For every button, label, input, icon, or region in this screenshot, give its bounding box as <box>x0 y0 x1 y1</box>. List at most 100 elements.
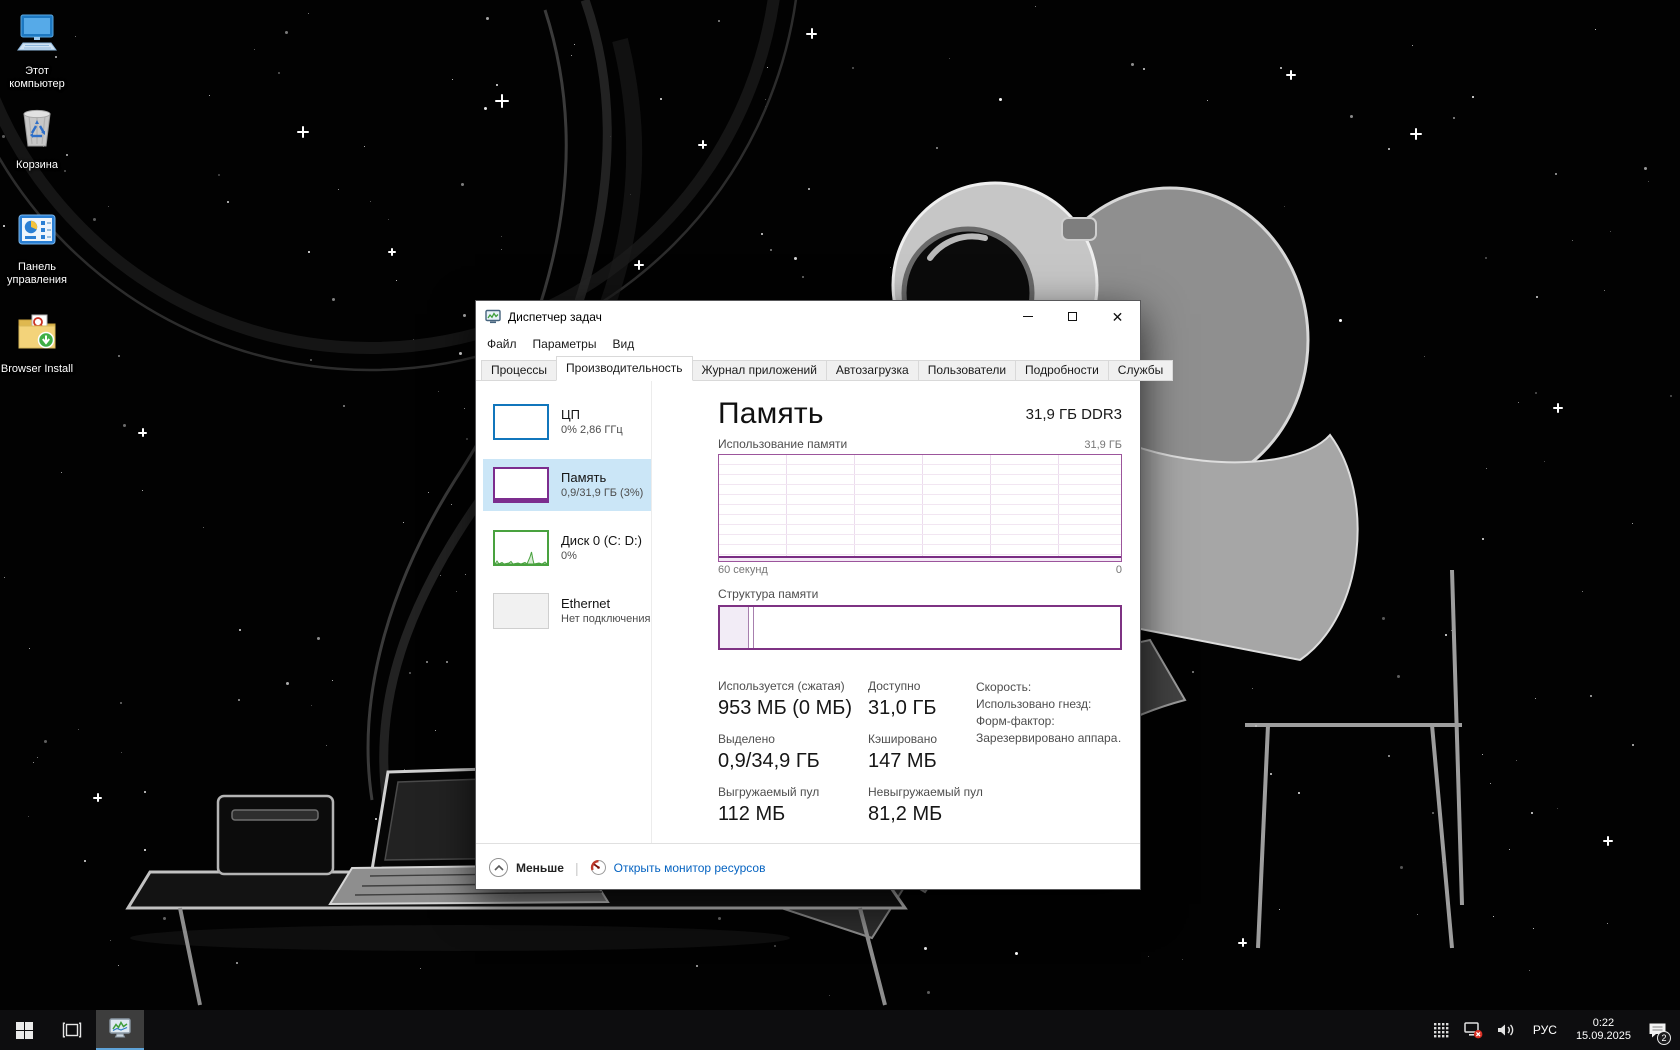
menu-view[interactable]: Вид <box>604 334 642 354</box>
sidebar-item-subtitle: Нет подключения <box>561 612 650 626</box>
sidebar-item-disk[interactable]: Диск 0 (C: D:) 0% <box>483 522 651 574</box>
memory-composition-bar <box>718 605 1122 650</box>
language-indicator[interactable]: РУС <box>1527 1023 1563 1037</box>
usage-chart-label: Использование памяти <box>718 437 847 451</box>
task-manager-taskbar-icon <box>108 1018 132 1040</box>
desktop-icon-control-panel[interactable]: Панель управления <box>0 208 74 287</box>
memory-usage-line <box>719 556 1121 558</box>
window-title: Диспетчер задач <box>508 310 1005 324</box>
task-manager-app-icon <box>485 309 501 325</box>
close-icon: ✕ <box>1112 310 1124 324</box>
desktop-icon-label: Корзина <box>0 159 74 172</box>
memory-usage-chart <box>718 454 1122 562</box>
sidebar-item-subtitle: 0% 2,86 ГГц <box>561 423 623 437</box>
tab-processes[interactable]: Процессы <box>481 360 557 381</box>
desktop: Этот компьютер Корзина Панель управления <box>0 0 1680 1050</box>
collapse-button[interactable] <box>489 858 508 877</box>
clock-time: 0:22 <box>1576 1017 1631 1030</box>
sidebar-item-subtitle: 0% <box>561 549 642 563</box>
sidebar-item-title: Диск 0 (C: D:) <box>561 533 642 549</box>
volume-button[interactable] <box>1494 1010 1520 1050</box>
control-panel-icon <box>15 208 59 252</box>
sidebar-item-title: Память <box>561 470 643 486</box>
action-center-button[interactable]: 2 <box>1644 1010 1670 1050</box>
sidebar-item-title: Ethernet <box>561 596 650 612</box>
usage-chart-max: 31,9 ГБ <box>1084 439 1122 451</box>
network-status-button[interactable] <box>1461 1010 1487 1050</box>
tab-strip: Процессы Производительность Журнал прило… <box>476 355 1140 381</box>
tab-app-history[interactable]: Журнал приложений <box>692 360 827 381</box>
menu-options[interactable]: Параметры <box>525 334 605 354</box>
tab-startup[interactable]: Автозагрузка <box>826 360 919 381</box>
resource-monitor-icon <box>590 859 607 876</box>
cpu-graph-thumbnail <box>493 404 549 440</box>
panel-title: Память <box>718 397 824 431</box>
memory-in-use-segment <box>720 607 749 648</box>
minimize-button[interactable] <box>1005 301 1050 332</box>
footer-divider: | <box>575 860 579 876</box>
taskbar-clock[interactable]: 0:22 15.09.2025 <box>1570 1017 1637 1043</box>
memory-capacity: 31,9 ГБ DDR3 <box>1026 406 1122 423</box>
performance-sidebar: ЦП 0% 2,86 ГГц Память 0,9/31,9 ГБ (3%) <box>476 381 651 843</box>
start-button[interactable] <box>0 1010 48 1050</box>
desktop-icon-this-pc[interactable]: Этот компьютер <box>0 12 74 91</box>
memory-graph-thumbnail <box>493 467 549 503</box>
task-view-button[interactable] <box>48 1010 96 1050</box>
taskbar-app-task-manager[interactable] <box>96 1010 144 1050</box>
footer-bar: Меньше | Открыть монитор ресурсов <box>476 843 1140 891</box>
notification-count-badge: 2 <box>1657 1031 1671 1045</box>
taskbar-spacer <box>144 1010 1428 1050</box>
tray-app-grid-icon[interactable] <box>1428 1010 1454 1050</box>
open-resource-monitor-link[interactable]: Открыть монитор ресурсов <box>614 861 766 875</box>
maximize-button[interactable] <box>1050 301 1095 332</box>
system-tray: РУС 0:22 15.09.2025 2 <box>1428 1010 1680 1050</box>
menu-file[interactable]: Файл <box>479 334 525 354</box>
desktop-icon-label: Панель управления <box>0 261 74 287</box>
tab-details[interactable]: Подробности <box>1015 360 1109 381</box>
grid-icon <box>1433 1022 1449 1038</box>
minimize-icon <box>1023 316 1033 317</box>
timeline-left-label: 60 секунд <box>718 564 768 576</box>
stat-paged-pool: Выгружаемый пул 112 МБ <box>718 785 868 827</box>
sidebar-item-title: ЦП <box>561 407 623 423</box>
memory-hardware-info: Скорость: Использовано гнезд: Форм-факто… <box>976 679 1122 827</box>
sidebar-item-memory[interactable]: Память 0,9/31,9 ГБ (3%) <box>483 459 651 511</box>
tab-services[interactable]: Службы <box>1108 360 1173 381</box>
desktop-icon-label: Browser Install <box>0 363 74 376</box>
task-view-icon <box>62 1022 82 1038</box>
title-bar[interactable]: Диспетчер задач ✕ <box>476 301 1140 332</box>
stat-in-use: Используется (сжатая) 953 МБ (0 МБ) <box>718 679 868 721</box>
composition-label: Структура памяти <box>718 587 1122 601</box>
this-pc-icon <box>15 12 59 56</box>
sidebar-item-ethernet[interactable]: Ethernet Нет подключения <box>483 585 651 637</box>
memory-modified-segment-divider <box>753 607 754 648</box>
desktop-icon-recycle-bin[interactable]: Корзина <box>0 106 74 172</box>
collapse-label[interactable]: Меньше <box>516 861 564 875</box>
sidebar-item-cpu[interactable]: ЦП 0% 2,86 ГГц <box>483 396 651 448</box>
desktop-icon-browser-install[interactable]: Browser Install <box>0 310 74 376</box>
memory-panel: Память 31,9 ГБ DDR3 Использование памяти… <box>651 381 1145 843</box>
maximize-icon <box>1068 312 1077 321</box>
browser-install-folder-icon <box>15 310 59 354</box>
ethernet-graph-thumbnail <box>493 593 549 629</box>
menu-bar: Файл Параметры Вид <box>476 332 1140 355</box>
sidebar-item-subtitle: 0,9/31,9 ГБ (3%) <box>561 486 643 500</box>
windows-logo-icon <box>16 1022 33 1039</box>
close-button[interactable]: ✕ <box>1095 301 1140 332</box>
desktop-icon-label: Этот компьютер <box>0 65 74 91</box>
stat-committed: Выделено 0,9/34,9 ГБ <box>718 732 868 774</box>
disk-graph-thumbnail <box>493 530 549 566</box>
stat-available: Доступно 31,0 ГБ <box>868 679 976 721</box>
clock-date: 15.09.2025 <box>1576 1030 1631 1043</box>
tab-performance[interactable]: Производительность <box>556 356 692 381</box>
stat-cached: Кэшировано 147 МБ <box>868 732 976 774</box>
taskbar: РУС 0:22 15.09.2025 2 <box>0 1010 1680 1050</box>
network-disconnected-icon <box>1464 1022 1483 1039</box>
stat-non-paged-pool: Невыгружаемый пул 81,2 МБ <box>868 785 976 827</box>
memory-usage-fill <box>719 558 1121 561</box>
recycle-bin-icon <box>15 106 59 150</box>
task-manager-window: Диспетчер задач ✕ Файл Параметры Вид Про… <box>475 300 1141 890</box>
tab-users[interactable]: Пользователи <box>918 360 1016 381</box>
speaker-icon <box>1497 1022 1516 1038</box>
timeline-right-label: 0 <box>1116 564 1122 576</box>
